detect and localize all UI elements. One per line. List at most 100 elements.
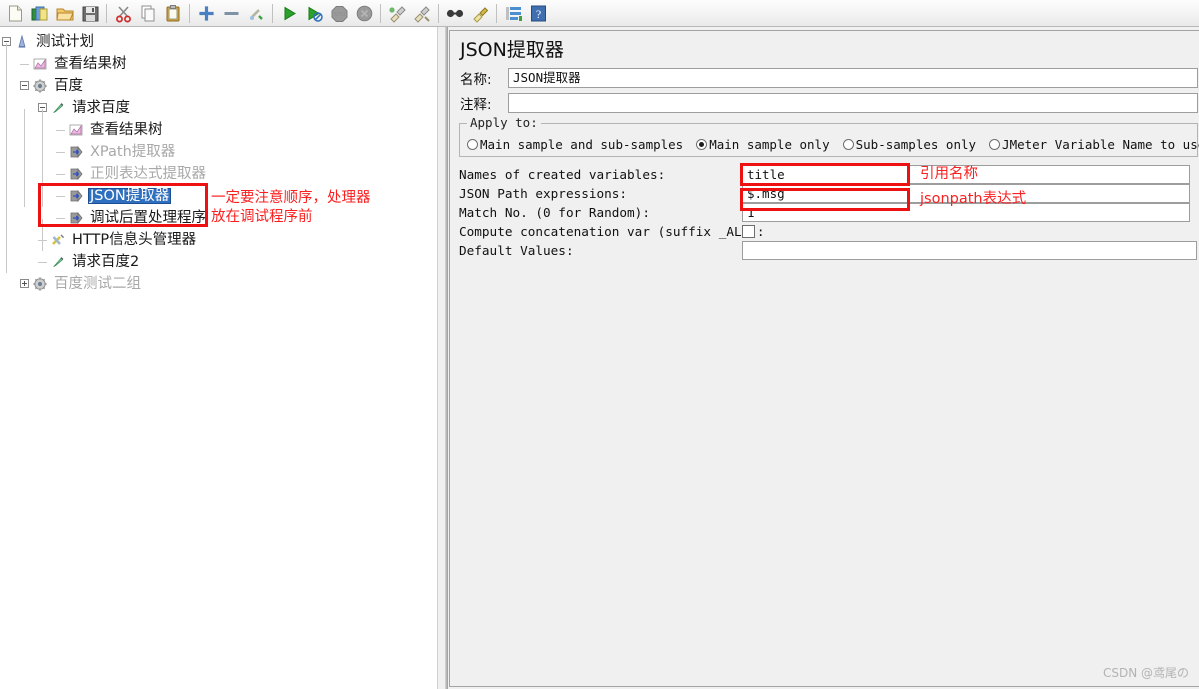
tree-node-label: 请求百度 (72, 99, 130, 116)
annotation-ref-name-note: 引用名称 (920, 166, 978, 182)
tree-node[interactable]: 请求百度 (0, 97, 437, 119)
extractor-fields: Names of created variables: title JSON Pat… (450, 164, 1199, 260)
field-input[interactable] (742, 240, 1197, 260)
toolbar-separator (438, 3, 439, 23)
shutdown-icon[interactable] (352, 2, 376, 25)
json-extractor-editor: JSON提取器 名称: JSON提取器 注释: Apply to: Main s… (449, 30, 1199, 687)
clear-all-icon[interactable] (410, 2, 434, 25)
compute-concatenation-checkbox[interactable] (742, 224, 755, 238)
radio-button-icon[interactable] (842, 138, 854, 150)
tree-guide (56, 174, 65, 175)
apply-to-radio-label: Main sample only (709, 136, 830, 152)
toggle-icon[interactable] (244, 2, 268, 25)
test-plan-tree[interactable]: 测试计划 查看结果树 百度 请求百度 查看结果树 XPath提取器 正则表达式提取器 JSON… (0, 27, 437, 295)
clear-icon[interactable] (385, 2, 409, 25)
thread-group-icon (32, 276, 49, 292)
apply-to-radio-label: Main sample and sub-samples (480, 136, 684, 152)
field-label: Names of created variables: (459, 166, 666, 182)
apply-to-radio-label: Sub-samples only (855, 136, 977, 152)
field-label: JSON Path expressions: (459, 185, 628, 201)
field-row: Default Values: (450, 240, 1199, 260)
annotation-order-note: 一定要注意顺序，处理器 放在调试程序前 (211, 190, 371, 225)
panel-splitter[interactable] (437, 27, 448, 689)
open-icon[interactable] (53, 2, 77, 25)
tree-node-label: XPath提取器 (90, 143, 176, 160)
test-plan-tree-panel[interactable]: 测试计划 查看结果树 百度 请求百度 查看结果树 XPath提取器 正则表达式提取器 JSON… (0, 27, 437, 689)
tree-node-label: 百度 (54, 77, 83, 94)
start-no-timers-icon[interactable] (302, 2, 326, 25)
tree-node[interactable]: 查看结果树 (0, 53, 437, 75)
view-results-tree-icon (32, 56, 49, 72)
start-icon[interactable] (277, 2, 301, 25)
tree-guide (56, 218, 65, 219)
tree-collapse-handle[interactable] (20, 81, 29, 90)
function-helper-icon[interactable] (501, 2, 525, 25)
tree-node[interactable]: 测试计划 (0, 31, 437, 53)
tree-guide (38, 262, 47, 263)
name-label: 名称: (460, 72, 492, 89)
view-results-tree-icon (68, 122, 85, 138)
reset-search-icon[interactable] (468, 2, 492, 25)
apply-to-radio[interactable]: Sub-samples only (842, 136, 977, 152)
stop-icon[interactable]: STO (327, 2, 351, 25)
apply-to-radio[interactable]: JMeter Variable Name to use (989, 137, 1199, 152)
apply-to-group: Apply to: Main sample and sub-samples Mai… (459, 114, 1199, 157)
radio-button-icon[interactable] (467, 138, 478, 150)
apply-to-legend: Apply to: (467, 114, 541, 130)
field-row: Match No. (0 for Random): 1 (450, 202, 1199, 222)
post-processor-icon (68, 210, 85, 226)
post-processor-icon (68, 144, 85, 160)
tree-guide (56, 196, 65, 197)
tree-guide (56, 130, 65, 131)
toolbar-separator (272, 3, 273, 23)
jmeter-window: STO ? 测试计划 查看结果树 百度 请求百度 查看结果树 XPath提取器 … (0, 0, 1199, 689)
toolbar-separator (106, 3, 107, 23)
apply-to-radio[interactable]: Main sample only (696, 136, 830, 152)
field-row: JSON Path expressions: $.msg (450, 183, 1199, 203)
tree-node[interactable]: 正则表达式提取器 (0, 163, 437, 185)
tree-node-label: 查看结果树 (90, 121, 163, 138)
tree-node[interactable]: 请求百度2 (0, 251, 437, 273)
post-processor-icon (68, 166, 85, 182)
radio-button-icon[interactable] (696, 138, 708, 150)
tree-guide (24, 109, 25, 207)
tree-expand-handle[interactable] (20, 279, 29, 288)
name-row: 名称: JSON提取器 (450, 66, 1199, 91)
copy-icon[interactable] (136, 2, 160, 25)
comment-label: 注释: (460, 97, 492, 114)
apply-to-radio[interactable]: Main sample and sub-samples (467, 137, 683, 152)
annotation-jsonpath-note: jsonpath表达式 (920, 191, 1027, 207)
apply-to-radio-list[interactable]: Main sample and sub-samples Main sample o… (467, 135, 1199, 154)
tree-node-label: 查看结果树 (54, 55, 127, 72)
page-title: JSON提取器 (460, 39, 564, 61)
expand-all-icon[interactable] (194, 2, 218, 25)
main-toolbar: STO ? (0, 0, 1199, 27)
field-label: Match No. (0 for Random): (459, 204, 650, 220)
comment-input[interactable] (508, 93, 1198, 114)
thread-group-icon (32, 78, 49, 94)
cut-icon[interactable] (111, 2, 135, 25)
save-icon[interactable] (78, 2, 102, 25)
new-icon[interactable] (3, 2, 27, 25)
tree-guide (20, 64, 29, 65)
radio-button-icon[interactable] (989, 138, 1001, 150)
tree-node[interactable]: 查看结果树 (0, 119, 437, 141)
collapse-all-icon[interactable] (219, 2, 243, 25)
paste-icon[interactable] (161, 2, 185, 25)
tree-guide (6, 43, 7, 273)
tree-node[interactable]: XPath提取器 (0, 141, 437, 163)
tree-node-label: 调试后置处理程序 (90, 209, 206, 226)
tree-node[interactable]: HTTP信息头管理器 (0, 229, 437, 251)
post-processor-icon (68, 188, 85, 204)
templates-icon[interactable] (28, 2, 52, 25)
tree-node[interactable]: 百度测试二组 (0, 273, 437, 295)
search-icon[interactable] (443, 2, 467, 25)
svg-text:STO: STO (333, 12, 345, 18)
apply-to-radio-label: JMeter Variable Name to use (1002, 136, 1199, 152)
tree-node[interactable]: 百度 (0, 75, 437, 97)
name-input[interactable]: JSON提取器 (508, 68, 1198, 89)
field-label: Compute concatenation var (suffix _ALL): (459, 223, 765, 239)
help-icon[interactable]: ? (526, 2, 550, 25)
field-row: Names of created variables: title (450, 164, 1199, 184)
toolbar-separator (380, 3, 381, 23)
